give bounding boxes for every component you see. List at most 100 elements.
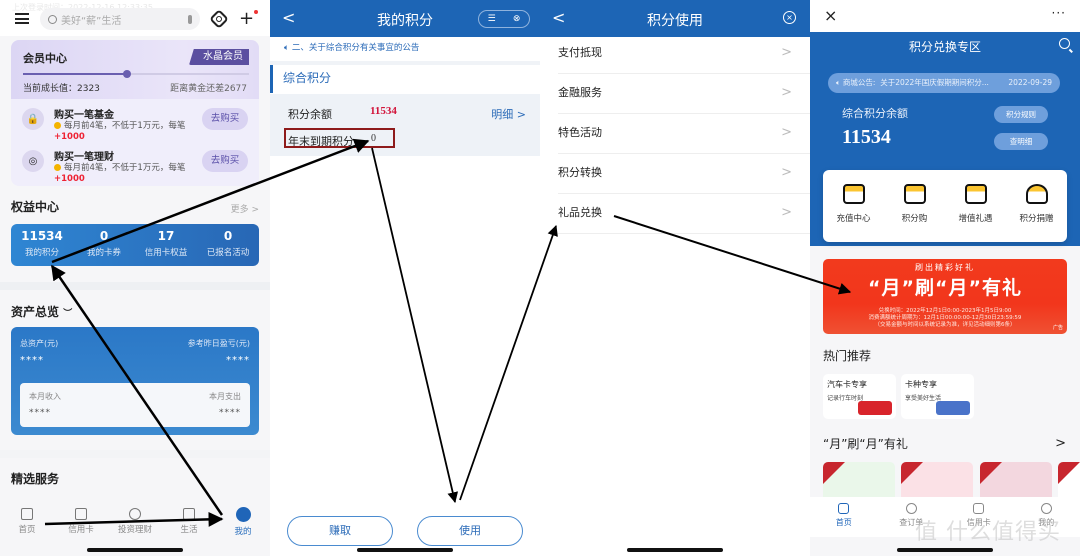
gift-card[interactable] (823, 462, 895, 502)
notice-bar[interactable]: 🔈︎ 二、关于综合积分有关事宜的公告 (270, 37, 540, 61)
menu-item-gift-exchange[interactable]: 礼品兑换 > (558, 194, 810, 234)
member-level-badge: 水晶会员 (189, 49, 249, 65)
menu-item-points-conversion[interactable]: 积分转换 > (558, 154, 810, 194)
buy-wealth-button[interactable]: 去购买 (202, 150, 248, 172)
featured-services-title: 精选服务 (11, 472, 60, 486)
card-rights-stat[interactable]: 17 信用卡权益 (135, 224, 197, 266)
chevron-right-icon[interactable]: > (1055, 436, 1066, 451)
value-added-gifts[interactable]: 增值礼遇 (945, 170, 1006, 242)
more-link[interactable]: 更多 > (231, 202, 259, 215)
close-icon[interactable]: × (824, 6, 837, 25)
yesterday-pnl-label: 参考昨日盈亏(元) (187, 339, 250, 348)
tab-mine[interactable]: 我的 (216, 500, 270, 544)
close-icon[interactable]: ⊗ (513, 14, 521, 24)
points-usage-screen: < 积分使用 × 支付抵现 > 金融服务 > 特色活动 > 积分转换 > 礼品兑换 > (540, 0, 810, 556)
balance-label: 积分余额 (288, 108, 332, 121)
gift-card[interactable] (1058, 462, 1080, 502)
search-input[interactable]: 美好“薪”生活 (40, 8, 200, 30)
chevron-right-icon: > (781, 45, 792, 60)
tab-home[interactable]: 首页 (0, 500, 54, 544)
search-icon (48, 14, 57, 24)
home-icon (21, 508, 33, 520)
total-assets-label: 总资产(元) (20, 339, 59, 348)
monthly-income-value: **** (29, 408, 51, 418)
coin-icon (54, 164, 61, 171)
rights-card: 11534 我的积分 0 我的卡券 17 信用卡权益 0 已报名活动 (11, 224, 259, 266)
menu-icon[interactable]: ☰ (488, 14, 496, 24)
yesterday-pnl-value: **** (226, 355, 250, 366)
mini-program-capsule: ☰ ⊗ (478, 10, 530, 28)
recharge-center[interactable]: 充值中心 (823, 170, 884, 242)
yen-jar-icon (903, 184, 926, 204)
home-indicator (897, 548, 993, 552)
view-details-button[interactable]: 查明细 (994, 133, 1048, 150)
tab-investment[interactable]: 投资理财 (108, 500, 162, 544)
search-icon[interactable] (1059, 38, 1070, 49)
bottom-tab-bar: 首页 信用卡 投资理财 生活 我的 (0, 500, 270, 544)
total-assets-value: **** (20, 355, 44, 366)
hot-recommend-title: 热门推荐 (823, 349, 872, 363)
settings-icon[interactable] (209, 9, 229, 29)
task-item: 🔒 购买一笔基金 每月前4笔，不低于1万元，每笔+1000 去购买 (11, 102, 259, 144)
current-growth: 当前成长值：2323 (23, 84, 100, 94)
ad-label: 广告 (1052, 325, 1063, 331)
home-icon (838, 503, 850, 514)
member-center-card: 会员中心 水晶会员 当前成长值：2323 距离黄金还差2677 🔒 购买一笔基金… (11, 40, 259, 186)
rec-card-car[interactable]: 汽车卡专享 记录行车时刻 (823, 374, 896, 419)
rec-card-cardtype[interactable]: 卡种专享 享受美好生活 (901, 374, 974, 419)
my-points-stat[interactable]: 11534 我的积分 (11, 224, 73, 266)
points-donation[interactable]: 积分捐赠 (1006, 170, 1067, 242)
home-indicator (87, 548, 183, 552)
menu-item-financial-services[interactable]: 金融服务 > (558, 74, 810, 114)
life-icon (183, 508, 195, 520)
gift-card[interactable] (980, 462, 1052, 502)
earn-button[interactable]: 赚取 (287, 516, 393, 546)
speaker-icon: 🔈︎ (836, 78, 843, 87)
notification-dot (254, 10, 259, 14)
eye-closed-icon[interactable]: ︶ (63, 309, 72, 319)
mine-icon (235, 507, 251, 522)
task-desc: 每月前4笔，不低于1万元，每笔+1000 (54, 163, 186, 184)
promo-section-title: “月”刷“月”有礼 (823, 437, 908, 451)
close-icon[interactable]: × (783, 11, 796, 24)
divider (0, 450, 270, 458)
monthly-expense-label: 本月支出 (209, 392, 241, 401)
growth-progress-knob (122, 70, 131, 78)
gift-card[interactable] (901, 462, 973, 502)
points-rules-button[interactable]: 积分规则 (994, 106, 1048, 123)
promo-banner[interactable]: 刷出精彩好礼 “月”刷“月”有礼 兑换时间：2022年12月1日0:00-202… (823, 259, 1067, 334)
add-icon[interactable]: + (239, 10, 259, 28)
detail-link[interactable]: 明细 > (491, 106, 526, 122)
my-coupons-stat[interactable]: 0 我的卡券 (73, 224, 135, 266)
orders-icon (905, 503, 917, 514)
registered-activities-stat[interactable]: 0 已报名活动 (197, 224, 259, 266)
monthly-expense-value: **** (219, 408, 241, 418)
task-item: ◎ 购买一笔理财 每月前4笔，不低于1万元，每笔+1000 去购买 (11, 144, 259, 186)
points-purchase[interactable]: 积分购 (884, 170, 945, 242)
investment-icon (129, 508, 141, 520)
tab-life[interactable]: 生活 (162, 500, 216, 544)
assets-card: 总资产(元) **** 参考昨日盈亏(元) **** 本月收入 **** 本月支… (11, 327, 259, 435)
coin-icon (54, 122, 61, 129)
points-exchange-screen: × ··· 积分兑换专区 🔈︎ 商城公告: 关于2022年国庆假期期间积分...… (810, 0, 1080, 556)
tab-home[interactable]: 首页 (810, 497, 878, 537)
watermark: 值 什么值得买 (915, 520, 1061, 545)
menu-item-payment-offset[interactable]: 支付抵现 > (558, 34, 810, 74)
growth-progress-fill (23, 73, 127, 75)
chevron-right-icon: > (781, 125, 792, 140)
mall-notice[interactable]: 🔈︎ 商城公告: 关于2022年国庆假期期间积分... 2022-09-29 (828, 73, 1060, 93)
tab-credit-card[interactable]: 信用卡 (54, 500, 108, 544)
user-icon (1040, 503, 1052, 514)
menu-icon[interactable] (15, 13, 29, 24)
credit-card-icon (75, 508, 87, 520)
menu-item-special-activities[interactable]: 特色活动 > (558, 114, 810, 154)
balance-value: 11534 (842, 126, 891, 148)
buy-fund-button[interactable]: 去购买 (202, 108, 248, 130)
member-title: 会员中心 (23, 52, 67, 65)
use-button[interactable]: 使用 (417, 516, 523, 546)
wallet-icon (842, 184, 865, 204)
more-icon[interactable]: ··· (1052, 6, 1066, 20)
heart-coins-icon (1025, 184, 1048, 204)
microphone-icon[interactable] (188, 14, 192, 24)
lock-icon: 🔒 (22, 108, 44, 130)
